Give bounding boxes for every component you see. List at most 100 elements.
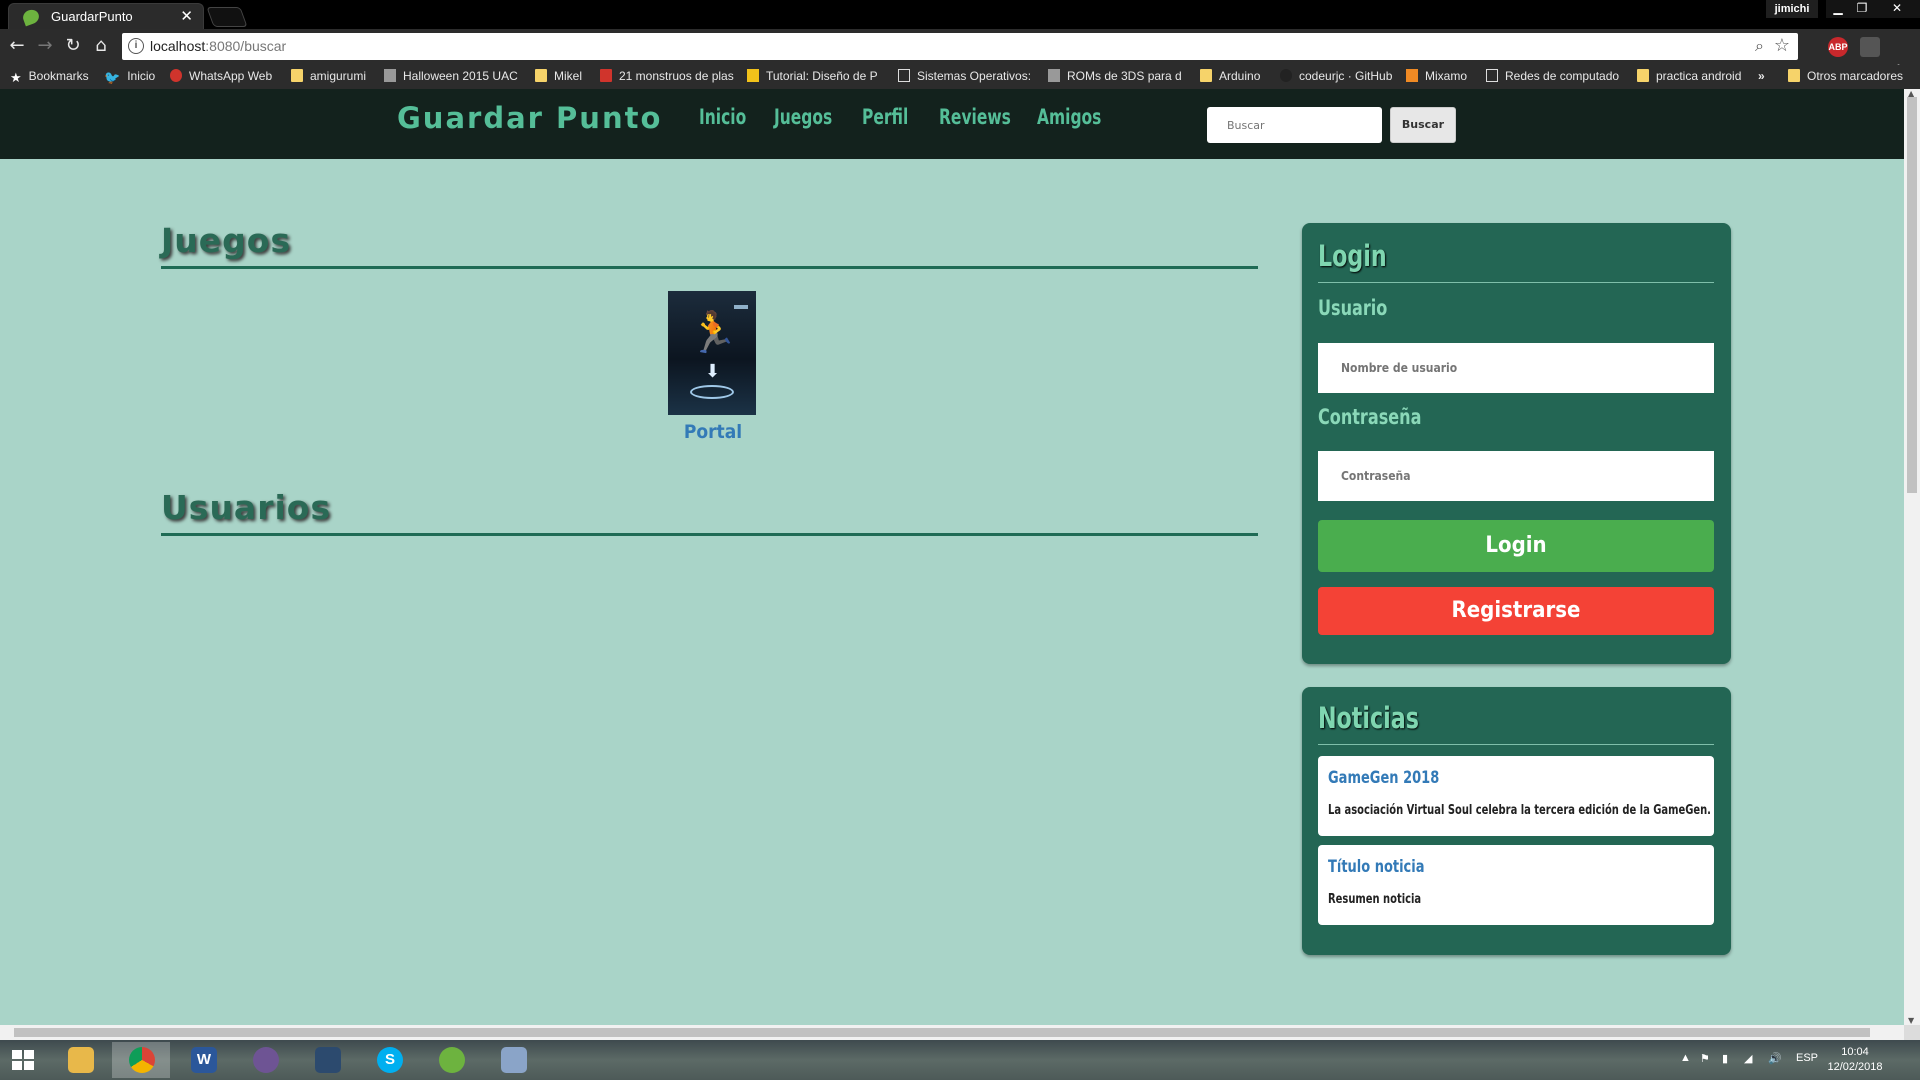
username-label: Usuario: [1318, 296, 1388, 320]
zoom-magnifier-icon[interactable]: ⌕: [1755, 36, 1764, 56]
adblock-plus-icon[interactable]: ABP: [1828, 37, 1848, 57]
bookmark-item[interactable]: Redes de computado: [1486, 69, 1619, 83]
bookmark-item[interactable]: codeurjc · GitHub: [1280, 69, 1392, 83]
taskbar-app-skype[interactable]: S: [360, 1042, 418, 1078]
back-arrow-icon[interactable]: ←: [6, 35, 28, 57]
bookmark-item[interactable]: ROMs de 3DS para d: [1048, 69, 1182, 83]
network-signal-icon[interactable]: ◢: [1744, 1052, 1752, 1065]
password-input[interactable]: [1318, 451, 1714, 501]
vertical-scroll-thumb[interactable]: [1907, 97, 1917, 493]
news-item-title[interactable]: Título noticia: [1328, 857, 1424, 877]
users-heading-divider: [161, 533, 1258, 536]
running-figure-icon: 🏃: [688, 310, 738, 356]
taskbar-app-github[interactable]: [236, 1042, 294, 1078]
news-item-summary: Resumen noticia: [1328, 892, 1422, 907]
twitter-icon: 🐦: [104, 70, 121, 85]
password-label: Contraseña: [1318, 405, 1422, 429]
address-bar[interactable]: i localhost:8080/buscar ⌕ ☆: [122, 33, 1798, 60]
restore-icon[interactable]: ❐: [1850, 0, 1874, 18]
volume-icon[interactable]: 🔊: [1768, 1052, 1782, 1065]
input-language[interactable]: ESP: [1796, 1052, 1818, 1064]
mixamo-icon: [1406, 69, 1418, 82]
nav-link-perfil[interactable]: Perfil: [862, 105, 908, 129]
system-clock[interactable]: 10:04 12/02/2018: [1820, 1045, 1890, 1075]
taskbar-app-word[interactable]: W: [174, 1042, 232, 1078]
register-button[interactable]: Registrarse: [1318, 587, 1714, 635]
bookmark-item[interactable]: amigurumi: [291, 69, 366, 83]
browser-toolbar: ← → ↻ ⌂ i localhost:8080/buscar ⌕ ☆ ABP …: [0, 29, 1920, 86]
bookmark-item[interactable]: Mikel: [535, 69, 582, 83]
browser-tab[interactable]: GuardarPunto ✕: [8, 3, 204, 29]
pdf-extension-icon[interactable]: [1860, 37, 1880, 57]
taskbar-app-spring[interactable]: [422, 1042, 480, 1078]
site-search-button[interactable]: Buscar: [1390, 107, 1456, 143]
battery-icon[interactable]: ▮: [1722, 1052, 1728, 1065]
skype-icon: S: [377, 1047, 403, 1073]
address-url[interactable]: localhost:8080/buscar: [150, 38, 286, 54]
news-item[interactable]: Título noticia Resumen noticia: [1318, 845, 1714, 925]
site-info-icon[interactable]: i: [128, 38, 144, 54]
site-search-input[interactable]: [1207, 107, 1382, 143]
bookmark-item[interactable]: ★ Bookmarks: [10, 69, 89, 86]
mysql-workbench-icon: [315, 1047, 341, 1073]
bookmark-item[interactable]: Tutorial: Diseño de P: [747, 69, 878, 83]
down-arrow-icon: ⬇: [705, 361, 721, 382]
taskbar-app-mysql[interactable]: [298, 1042, 356, 1078]
folder-icon: [291, 69, 303, 82]
bookmark-item[interactable]: Mixamo: [1406, 69, 1467, 83]
bookmarks-overflow-button[interactable]: »: [1758, 69, 1765, 83]
profile-name[interactable]: jimichi: [1766, 0, 1818, 18]
tab-title: GuardarPunto: [51, 9, 133, 24]
paint-icon: [501, 1047, 527, 1073]
username-input[interactable]: [1318, 343, 1714, 393]
login-button[interactable]: Login: [1318, 520, 1714, 572]
game-title-link[interactable]: Portal: [668, 421, 758, 443]
chrome-icon: [129, 1047, 155, 1073]
minimize-icon[interactable]: ▁: [1826, 0, 1850, 18]
taskbar-app-file-explorer[interactable]: [51, 1042, 109, 1078]
browser-title-bar: GuardarPunto ✕ jimichi ▁ ❐ ✕: [0, 0, 1920, 29]
game-cover-image[interactable]: 🏃 ⬇: [668, 291, 756, 415]
nav-link-juegos[interactable]: Juegos: [774, 105, 832, 129]
games-heading-divider: [161, 266, 1258, 269]
bookmark-item[interactable]: practica android: [1637, 69, 1741, 83]
taskbar-app-paint[interactable]: [484, 1042, 542, 1078]
action-flag-icon[interactable]: ⚑: [1700, 1052, 1710, 1065]
bookmark-item[interactable]: Sistemas Operativos:: [898, 69, 1031, 83]
close-window-icon[interactable]: ✕: [1874, 0, 1920, 18]
horizontal-scroll-thumb[interactable]: [14, 1028, 1870, 1037]
site-header: Guardar Punto Inicio Juegos Perfil Revie…: [0, 89, 1904, 159]
nav-link-inicio[interactable]: Inicio: [699, 105, 746, 129]
scroll-down-icon[interactable]: ▼: [1908, 1016, 1914, 1025]
home-icon[interactable]: ⌂: [90, 35, 112, 57]
image-icon: [384, 69, 396, 82]
bookmark-item[interactable]: Otros marcadores: [1788, 69, 1903, 83]
nav-link-reviews[interactable]: Reviews: [939, 105, 1011, 129]
red-site-icon: [600, 69, 612, 82]
folder-icon: [1200, 69, 1212, 82]
horizontal-scrollbar[interactable]: [0, 1025, 1904, 1040]
bookmark-star-icon[interactable]: ☆: [1774, 35, 1790, 56]
windows-taskbar: W S ▲ ⚑ ▮ ◢ 🔊 ESP 10:04 12/02/2018: [0, 1040, 1920, 1080]
nav-link-amigos[interactable]: Amigos: [1037, 105, 1101, 129]
bookmark-item[interactable]: Arduino: [1200, 69, 1260, 83]
windows-start-icon[interactable]: [12, 1050, 34, 1070]
tray-expand-icon[interactable]: ▲: [1680, 1052, 1691, 1064]
folder-icon: [535, 69, 547, 82]
news-item-title[interactable]: GameGen 2018: [1328, 768, 1439, 788]
news-panel-title: Noticias: [1318, 701, 1419, 735]
bookmark-item[interactable]: Halloween 2015 UAC: [384, 69, 518, 83]
vertical-scrollbar[interactable]: ▲ ▼: [1904, 89, 1920, 1025]
news-item[interactable]: GameGen 2018 La asociación Virtual Soul …: [1318, 756, 1714, 836]
forward-arrow-icon[interactable]: →: [34, 35, 56, 57]
game-result-card[interactable]: 🏃 ⬇ Portal: [668, 291, 758, 443]
tab-close-icon[interactable]: ✕: [180, 7, 193, 25]
site-brand-logo[interactable]: Guardar Punto: [397, 101, 662, 135]
bookmark-item[interactable]: 🐦 Inicio: [104, 69, 155, 86]
new-tab-button[interactable]: [206, 7, 248, 27]
bookmark-item[interactable]: 21 monstruos de plas: [600, 69, 734, 83]
taskbar-app-chrome[interactable]: [112, 1042, 170, 1078]
folder-icon: [1637, 69, 1649, 82]
reload-icon[interactable]: ↻: [62, 35, 84, 57]
bookmark-item[interactable]: WhatsApp Web: [170, 69, 272, 83]
